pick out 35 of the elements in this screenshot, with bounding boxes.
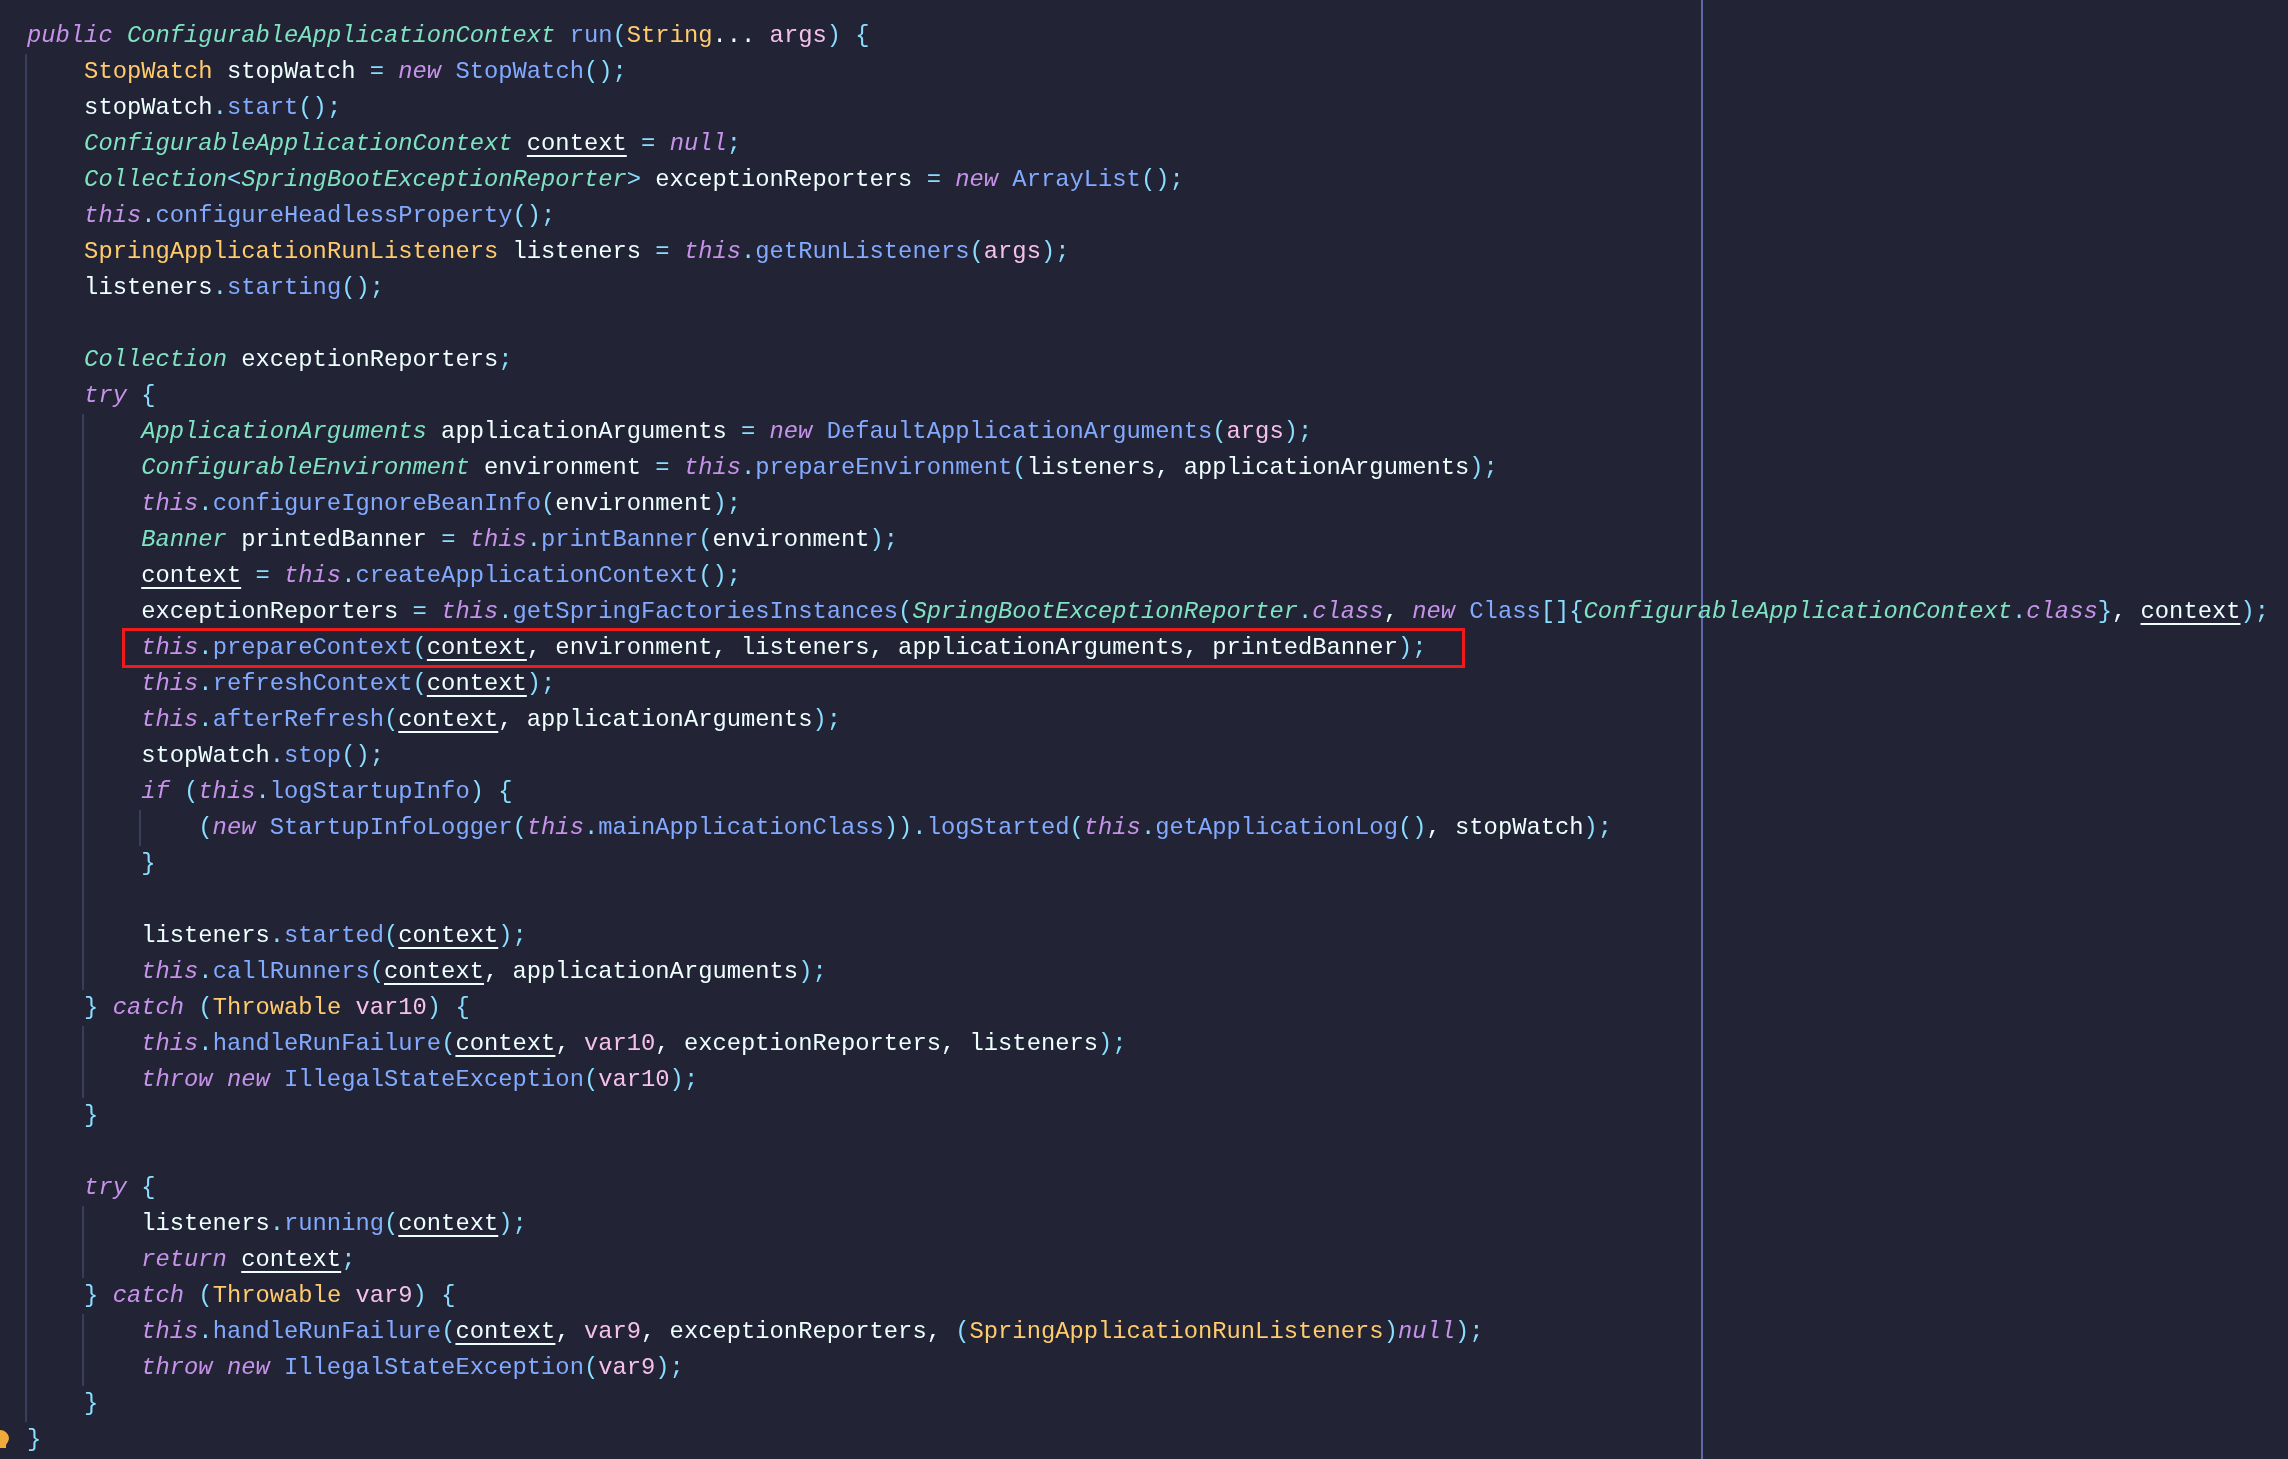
code-line: try {: [84, 381, 156, 411]
code-line: this.configureIgnoreBeanInfo(environment);: [141, 489, 741, 519]
code-line: listeners.running(context);: [141, 1209, 527, 1239]
code-line: } catch (Throwable var9) {: [84, 1281, 456, 1311]
code-line: this.handleRunFailure(context, var10, exceptionReporters, listeners);: [141, 1029, 1127, 1059]
code-line: Banner printedBanner = this.printBanner(environment);: [141, 525, 899, 555]
code-line: stopWatch.start();: [84, 93, 342, 123]
code-line: this.refreshContext(context);: [141, 669, 556, 699]
code-line: public ConfigurableApplicationContext run(String... args) {: [27, 21, 870, 51]
code-line: throw new IllegalStateException(var9);: [141, 1353, 684, 1383]
code-line: }: [84, 1101, 99, 1131]
code-line: }: [84, 1389, 99, 1419]
code-line: }: [141, 849, 156, 879]
code-line: if (this.logStartupInfo) {: [141, 777, 513, 807]
code-line: stopWatch.stop();: [141, 741, 384, 771]
code-line: StopWatch stopWatch = new StopWatch();: [84, 57, 627, 87]
code-line: this.callRunners(context, applicationArguments);: [141, 957, 827, 987]
code-line: this.handleRunFailure(context, var9, exceptionReporters, (SpringApplicationRunListeners)null);: [141, 1317, 1484, 1347]
code-line: throw new IllegalStateException(var10);: [141, 1065, 699, 1095]
code-line: }: [27, 1425, 42, 1455]
code-line: Collection exceptionReporters;: [84, 345, 513, 375]
code-line: } catch (Throwable var10) {: [84, 993, 470, 1023]
code-line: (new StartupInfoLogger(this.mainApplicationClass)).logStarted(this.getApplicationLog(), stopWatch);: [198, 813, 1613, 843]
code-line: ApplicationArguments applicationArguments = new DefaultApplicationArguments(args);: [141, 417, 1313, 447]
code-line: try {: [84, 1173, 156, 1203]
code-line: Collection<SpringBootExceptionReporter> exceptionReporters = new ArrayList();: [84, 165, 1184, 195]
code-line: ConfigurableApplicationContext context = null;: [84, 129, 742, 159]
code-line: listeners.started(context);: [141, 921, 527, 951]
code-line: context = this.createApplicationContext();: [141, 561, 741, 591]
code-line: this.afterRefresh(context, applicationArguments);: [141, 705, 841, 735]
code-line: ConfigurableEnvironment environment = this.prepareEnvironment(listeners, applicationArguments);: [141, 453, 1498, 483]
code-line: this.configureHeadlessProperty();: [84, 201, 556, 231]
code-line: return context;: [141, 1245, 356, 1275]
code-line: listeners.starting();: [84, 273, 384, 303]
code-line: SpringApplicationRunListeners listeners = this.getRunListeners(args);: [84, 237, 1070, 267]
